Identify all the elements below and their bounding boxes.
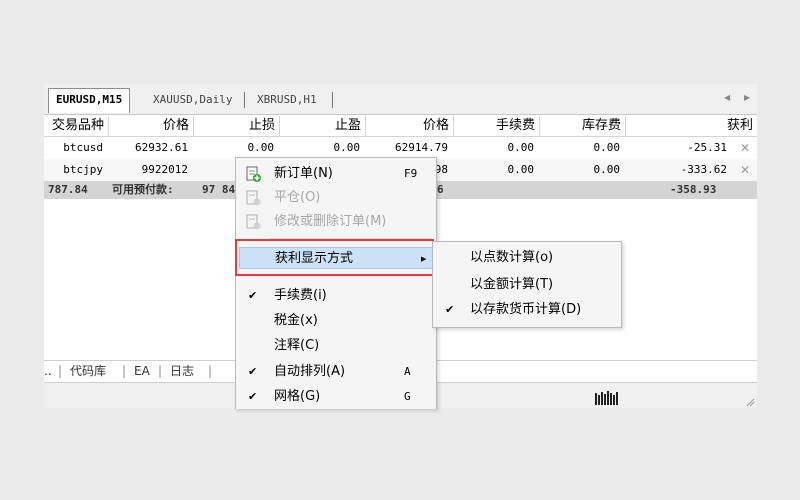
menu-item-label: 税金(x) <box>274 313 318 328</box>
free-margin-value: 97 84 <box>202 183 236 196</box>
cell-profit: -25.31 <box>687 141 727 154</box>
scroll-right-icon[interactable]: ▶ <box>744 93 750 102</box>
chart-tab-eurusd[interactable]: EURUSD,M15 <box>48 88 131 113</box>
tab-separator <box>332 92 333 108</box>
close-position-icon <box>246 190 261 206</box>
col-price[interactable]: 价格 <box>366 116 454 136</box>
cell-symbol: btcjpy <box>63 163 103 176</box>
menu-shortcut: G <box>404 390 411 403</box>
check-icon: ✔ <box>248 390 258 403</box>
tab-ea[interactable]: EA <box>134 361 150 381</box>
tab-journal[interactable]: 日志 <box>170 361 194 381</box>
submenu-arrow-icon: ▶ <box>421 255 427 263</box>
menu-item-label: 以存款货币计算(D) <box>470 302 582 317</box>
menu-item-label: 平仓(O) <box>274 190 321 205</box>
menu-item-label: 新订单(N) <box>274 166 333 181</box>
balance-mid-value: 6 <box>437 183 444 196</box>
context-menu: 新订单(N) F9 平仓(O) 修改或删除订单(M) 获利显示方式 ▶ ✔ 手续… <box>235 157 437 409</box>
cell-profit: -333.62 <box>680 163 727 176</box>
menu-item-label: 自动排列(A) <box>274 364 346 379</box>
close-icon[interactable]: ✕ <box>739 141 751 155</box>
tab-code-base[interactable]: 代码库 <box>70 361 106 381</box>
chart-tab-xbrusd[interactable]: XBRUSD,H1 <box>250 89 324 111</box>
submenu-item-points[interactable]: 以点数计算(o) <box>433 247 619 269</box>
new-order-icon <box>246 166 261 182</box>
col-open-price[interactable]: 价格 <box>109 116 194 136</box>
col-stop-loss[interactable]: 止损 <box>194 116 280 136</box>
menu-item-auto-arrange[interactable]: ✔ 自动排列(A) A <box>236 361 434 383</box>
modify-order-icon <box>246 214 261 230</box>
col-profit[interactable]: 获利 <box>626 116 757 136</box>
cell-commission: 0.00 <box>507 163 535 176</box>
menu-shortcut: F9 <box>404 167 418 180</box>
submenu-item-amount[interactable]: 以金额计算(T) <box>433 274 619 296</box>
menu-item-label: 注释(C) <box>274 338 320 353</box>
cell-swap: 0.00 <box>593 141 621 154</box>
menu-item-profit-display[interactable]: 获利显示方式 ▶ <box>239 247 433 269</box>
cell-commission: 0.00 <box>507 141 535 154</box>
menu-item-close-position[interactable]: 平仓(O) <box>236 187 434 209</box>
trade-table-header: 交易品种 价格 止损 止盈 价格 手续费 库存费 获利 <box>44 116 757 137</box>
menu-item-label: 以金额计算(T) <box>470 277 554 292</box>
col-take-profit[interactable]: 止盈 <box>280 116 366 136</box>
chart-tab-xauusd[interactable]: XAUUSD,Daily <box>146 89 239 111</box>
cell-open-price: 9922012 <box>141 163 188 176</box>
menu-item-label: 修改或删除订单(M) <box>274 214 387 229</box>
col-commission[interactable]: 手续费 <box>454 116 540 136</box>
col-symbol[interactable]: 交易品种 <box>44 116 109 136</box>
menu-item-label: 以点数计算(o) <box>470 250 554 265</box>
total-profit: -358.93 <box>670 183 717 196</box>
menu-item-label: 网格(G) <box>274 389 321 404</box>
cell-swap: 0.00 <box>593 163 621 176</box>
tab-truncated[interactable]: .. <box>44 361 52 381</box>
menu-separator <box>270 275 432 276</box>
cell-stop-loss: 0.00 <box>247 141 275 154</box>
close-icon[interactable]: ✕ <box>739 163 751 177</box>
cell-price: 62914.79 <box>395 141 448 154</box>
menu-separator <box>270 238 432 239</box>
menu-item-new-order[interactable]: 新订单(N) F9 <box>236 163 434 185</box>
check-icon: ✔ <box>248 365 258 378</box>
menu-item-modify-order[interactable]: 修改或删除订单(M) <box>236 211 434 233</box>
scroll-left-icon[interactable]: ◀ <box>724 93 730 102</box>
menu-item-tax[interactable]: 税金(x) <box>236 310 434 332</box>
profit-display-submenu: 以点数计算(o) 以金额计算(T) ✔ 以存款货币计算(D) <box>432 241 622 328</box>
check-icon: ✔ <box>248 289 258 302</box>
cell-open-price: 62932.61 <box>135 141 188 154</box>
menu-item-grid[interactable]: ✔ 网格(G) G <box>236 386 434 408</box>
cell-take-profit: 0.00 <box>333 141 361 154</box>
menu-item-commission[interactable]: ✔ 手续费(i) <box>236 285 434 307</box>
menu-shortcut: A <box>404 365 411 378</box>
free-margin-label: 可用预付款: <box>112 183 174 196</box>
menu-item-label: 获利显示方式 <box>275 251 354 266</box>
submenu-item-deposit-currency[interactable]: ✔ 以存款货币计算(D) <box>433 299 619 321</box>
cell-symbol: btcusd <box>63 141 103 154</box>
balance-value: 787.84 <box>48 183 88 196</box>
resize-grip-icon[interactable] <box>745 397 755 407</box>
check-icon: ✔ <box>445 303 455 316</box>
col-swap[interactable]: 库存费 <box>540 116 626 136</box>
menu-item-comment[interactable]: 注释(C) <box>236 335 434 357</box>
tab-separator <box>244 92 245 108</box>
chart-tab-bar: EURUSD,M15 XAUUSD,Daily XBRUSD,H1 ◀ ▶ <box>44 84 757 115</box>
menu-item-label: 手续费(i) <box>274 288 327 303</box>
connection-bars-icon <box>595 391 618 405</box>
